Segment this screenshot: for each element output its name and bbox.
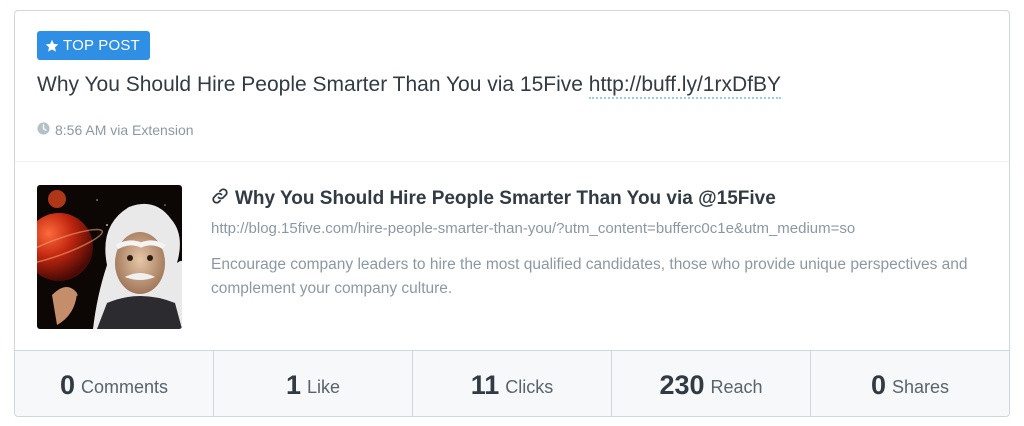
stat-value: 11	[470, 369, 500, 400]
stat-label: Shares	[891, 377, 950, 397]
stats-bar: 0 Comments 1 Like 11 Clicks 230 Reach 0 …	[15, 350, 1009, 416]
stat-value: 0	[59, 369, 75, 400]
post-body: Why You Should Hire People Smarter Than …	[37, 73, 589, 96]
attachment-title-text: Why You Should Hire People Smarter Than …	[235, 188, 776, 209]
attachment-title[interactable]: Why You Should Hire People Smarter Than …	[211, 187, 776, 211]
stat-reach: 230 Reach	[612, 351, 811, 416]
divider	[15, 161, 1009, 162]
post-meta: 8:56 AM via Extension	[37, 122, 194, 138]
top-post-badge: TOP POST	[37, 31, 150, 60]
post-card: TOP POST Why You Should Hire People Smar…	[14, 10, 1010, 417]
stat-value: 0	[870, 369, 886, 400]
stat-label: Reach	[710, 377, 763, 397]
stat-value: 1	[285, 369, 301, 400]
post-text: Why You Should Hire People Smarter Than …	[37, 73, 781, 99]
attachment-url[interactable]: http://blog.15five.com/hire-people-smart…	[211, 220, 1009, 237]
stat-label: Clicks	[505, 377, 554, 397]
post-link[interactable]: http://buff.ly/1rxDfBY	[588, 73, 781, 99]
stat-likes: 1 Like	[214, 351, 413, 416]
post-time: 8:56 AM via Extension	[55, 122, 194, 138]
stat-value: 230	[659, 369, 705, 400]
attachment-description: Encourage company leaders to hire the mo…	[211, 256, 968, 297]
stat-clicks: 11 Clicks	[413, 351, 612, 416]
star-icon	[45, 39, 59, 53]
link-icon	[211, 187, 229, 211]
clock-icon	[37, 122, 50, 138]
stat-label: Like	[307, 377, 341, 397]
stat-label: Comments	[81, 377, 169, 397]
badge-label: TOP POST	[63, 37, 140, 54]
einstein-thumbnail[interactable]	[37, 185, 182, 329]
stat-comments: 0 Comments	[15, 351, 214, 416]
stat-shares: 0 Shares	[811, 351, 1009, 416]
